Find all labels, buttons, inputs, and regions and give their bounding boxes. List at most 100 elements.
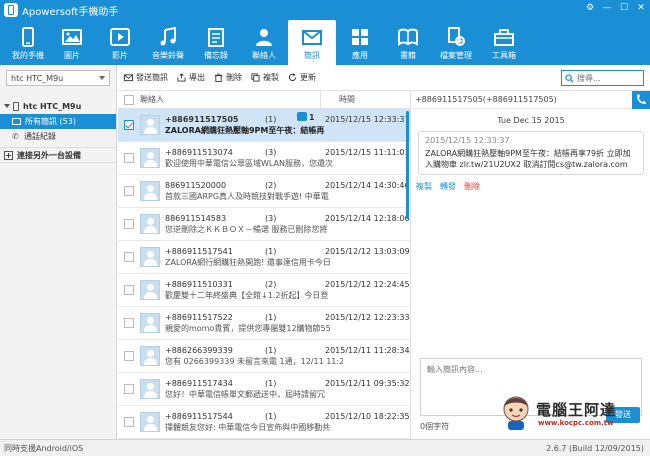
message-input[interactable] — [421, 359, 641, 397]
message-preview: 您有 0266399339 未留言來電 1通，12/11 11:2 — [165, 357, 343, 366]
send-sms-button[interactable]: 發送簡訊 — [124, 72, 168, 83]
top-bar: Apowersoft手機助手 ⚙ — ☐ ✕ 我的手機 圖片 影片 音樂鈴聲 備忘錄 聯絡… — [0, 0, 650, 65]
row-checkbox[interactable] — [124, 318, 134, 328]
nav-tab-label: 工具箱 — [492, 51, 516, 60]
copy-button[interactable]: 複製 — [251, 72, 279, 83]
device-select[interactable]: htc HTC_M9u — [6, 70, 110, 86]
avatar-icon — [140, 313, 160, 333]
message-row[interactable]: +886911517522 (1) 親愛的momo貴賓，提供您專屬雙12購物節55 2… — [118, 307, 410, 340]
nav-tab-music[interactable]: 音樂鈴聲 — [144, 20, 192, 65]
nav-tab-toolbox[interactable]: 工具箱 — [480, 20, 528, 65]
search-icon — [565, 73, 574, 83]
avatar-icon — [140, 247, 160, 267]
avatar-icon — [140, 379, 160, 399]
sidebar-device[interactable]: htc HTC_M9u — [0, 98, 116, 114]
scrollbar[interactable] — [406, 111, 409, 219]
nav-tab-phone[interactable]: 我的手機 — [4, 20, 52, 65]
row-content: +886911513074 (3) 歡迎使用中華電信公眾區域WLAN服務，您還次 — [165, 146, 345, 170]
message-row[interactable]: 886911520000 (2) 首款三國ARPG真人及時競技對戰手遊! 中華電 20… — [118, 175, 410, 208]
export-button[interactable]: 導出 — [177, 72, 205, 83]
message-count: (1) — [265, 312, 277, 322]
select-all-checkbox[interactable] — [124, 94, 134, 105]
window-controls: ⚙ — ☐ ✕ — [585, 3, 646, 13]
message-text: ZALORA網購狂熱壓軸9PM至午夜：結帳再享79折 立即加入購物車 zlr.t… — [425, 149, 631, 169]
minimize-button[interactable]: — — [602, 3, 612, 13]
message-row[interactable]: +886911513074 (3) 歡迎使用中華電信公眾區域WLAN服務，您還次 20… — [118, 142, 410, 175]
status-bar: 同時支援Android/iOS 2.6.7 (Build 12/09/2015) — [0, 439, 650, 456]
contact-number: +886911517505 — [165, 114, 239, 124]
message-bubble[interactable]: 2015/12/15 12:33:37 ZALORA網購狂熱壓軸9PM至午夜：結… — [418, 131, 644, 175]
nav-tab-apps[interactable]: 應用 — [336, 20, 384, 65]
column-header-time[interactable]: 時間 — [320, 91, 355, 109]
avatar-icon — [140, 412, 160, 432]
search-input[interactable] — [577, 73, 641, 83]
nav-tab-video[interactable]: 影片 — [96, 20, 144, 65]
settings-icon[interactable]: ⚙ — [585, 3, 595, 13]
message-row[interactable]: +886266399339 (1) 您有 0266399339 未留言來電 1通，1… — [118, 340, 410, 373]
expand-arrow-icon — [4, 104, 10, 108]
message-time: 2015/12/15 12:33:37 — [325, 115, 410, 124]
nav-tab-label: 檔案管理 — [440, 51, 472, 60]
delete-button[interactable]: 刪除 — [214, 72, 242, 83]
message-row[interactable]: +886911517434 (1) 您好！中華電信帳單文郵遞送中，屆時請留冗 2015… — [118, 373, 410, 406]
message-count: (3) — [265, 213, 277, 223]
new-message-count: 1 — [309, 113, 315, 122]
row-checkbox[interactable] — [124, 120, 134, 130]
message-preview: ZALORA網行網購狂熱開跑! 還事達信用卡今日 — [165, 258, 331, 267]
message-row[interactable]: +886911517544 (1) 擇體競友您好: 中華電信今日宣佈與中國移動共 20… — [118, 406, 410, 439]
row-checkbox[interactable] — [124, 417, 134, 427]
search-box[interactable] — [561, 70, 644, 86]
message-row[interactable]: 886911514583 (3) 您逆刪除之ＫＫＢＯＸ－暢選 服務已刪除您將 2015… — [118, 208, 410, 241]
copy-icon — [251, 73, 260, 82]
nav-tab-sms[interactable]: 簡訊 — [288, 20, 336, 65]
message-count: (2) — [265, 180, 277, 190]
nav-tab-image[interactable]: 圖片 — [48, 20, 96, 65]
row-content: +886911510331 (2) 歡慶雙十二年終盛典【全館↓1.2折起】今日登 — [165, 278, 345, 302]
message-preview: ZALORA網購狂熱壓軸9PM至午夜：結帳再 — [165, 126, 325, 135]
message-time: 2015/12/10 18:22:35 — [325, 412, 410, 421]
column-header-contact[interactable]: 聯絡人 — [140, 94, 320, 105]
nav-tab-file[interactable]: 檔案管理 — [432, 20, 480, 65]
nav-tab-label: 備忘錄 — [204, 51, 228, 60]
envelope-icon — [124, 74, 133, 82]
main-nav: 我的手機 圖片 影片 音樂鈴聲 備忘錄 聯絡人 簡訊 應用 書籍 檔案管理 工具箱 — [0, 20, 650, 65]
call-icon: ✆ — [12, 131, 19, 141]
nav-tab-book[interactable]: 書籍 — [384, 20, 432, 65]
book-icon — [398, 28, 418, 46]
contact-number: +886266399339 — [165, 345, 233, 355]
row-checkbox[interactable] — [124, 285, 134, 295]
export-icon — [177, 73, 186, 82]
message-time: 2015/12/12 13:03:09 — [325, 247, 410, 256]
message-time: 2015/12/15 12:33:37 — [425, 136, 510, 145]
row-checkbox[interactable] — [124, 219, 134, 229]
connect-device-button[interactable]: + 連接另外一台設備 — [0, 147, 116, 163]
sidebar-item-call-log[interactable]: ✆ 通話紀錄 — [0, 129, 116, 144]
call-button[interactable] — [632, 91, 650, 109]
close-button[interactable]: ✕ — [636, 3, 646, 13]
forward-message-link[interactable]: 轉發 — [440, 181, 456, 192]
row-checkbox[interactable] — [124, 384, 134, 394]
row-checkbox[interactable] — [124, 351, 134, 361]
row-checkbox[interactable] — [124, 186, 134, 196]
row-checkbox[interactable] — [124, 153, 134, 163]
contacts-icon — [256, 29, 272, 46]
list-header: 聯絡人 時間 — [118, 91, 410, 109]
message-row[interactable]: +886911517505 (1) ZALORA網購狂熱壓軸9PM至午夜：結帳再 20… — [118, 109, 410, 142]
message-row[interactable]: +886911510331 (2) 歡慶雙十二年終盛典【全館↓1.2折起】今日登 20… — [118, 274, 410, 307]
connect-label: 連接另外一台設備 — [17, 150, 81, 160]
conversation-contact: +886911517505(+886911517505) — [415, 95, 557, 104]
message-row[interactable]: +886911517541 (1) ZALORA網行網購狂熱開跑! 還事達信用卡今日… — [118, 241, 410, 274]
nav-tab-contacts[interactable]: 聯絡人 — [240, 20, 288, 65]
row-checkbox[interactable] — [124, 252, 134, 262]
maximize-button[interactable]: ☐ — [619, 3, 629, 13]
sidebar-item-all-sms[interactable]: 所有簡訊 (53) — [0, 114, 116, 129]
row-content: +886266399339 (1) 您有 0266399339 未留言來電 1通，1… — [165, 344, 345, 368]
nav-tab-memo[interactable]: 備忘錄 — [192, 20, 240, 65]
avatar-icon — [140, 214, 160, 234]
row-content: +886911517522 (1) 親愛的momo貴賓，提供您專屬雙12購物節55 — [165, 311, 345, 335]
image-icon — [62, 29, 82, 45]
delete-message-link[interactable]: 刪除 — [464, 181, 480, 192]
copy-message-link[interactable]: 複製 — [416, 181, 432, 192]
refresh-button[interactable]: 更新 — [288, 72, 316, 83]
message-list: 聯絡人 時間 +886911517505 (1) ZALORA網購狂熱壓軸9PM至午… — [118, 91, 411, 439]
